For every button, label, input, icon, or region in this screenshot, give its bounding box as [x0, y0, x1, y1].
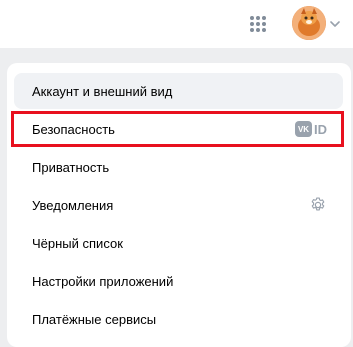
menu-item-account[interactable]: Аккаунт и внешний вид — [14, 73, 343, 109]
settings-menu-panel: Аккаунт и внешний вид Безопасность VK ID… — [7, 63, 351, 347]
gear-icon[interactable] — [309, 196, 327, 214]
menu-item-blacklist[interactable]: Чёрный список — [14, 225, 343, 261]
top-header — [0, 0, 353, 48]
apps-grid-icon[interactable] — [249, 15, 267, 33]
menu-item-app-settings[interactable]: Настройки приложений — [14, 263, 343, 299]
security-highlight-frame — [11, 111, 344, 147]
avatar-image — [292, 6, 326, 40]
menu-item-label: Приватность — [32, 159, 110, 175]
menu-item-label: Аккаунт и внешний вид — [32, 83, 173, 99]
chevron-down-icon[interactable] — [330, 19, 340, 29]
menu-item-label: Чёрный список — [32, 235, 123, 251]
menu-item-notifications[interactable]: Уведомления — [14, 187, 343, 223]
menu-item-label: Уведомления — [32, 197, 114, 213]
menu-item-privacy[interactable]: Приватность — [14, 149, 343, 185]
menu-item-label: Платёжные сервисы — [32, 311, 157, 327]
menu-item-label: Настройки приложений — [32, 273, 174, 289]
menu-item-payment-services[interactable]: Платёжные сервисы — [14, 301, 343, 337]
avatar[interactable] — [292, 6, 326, 40]
